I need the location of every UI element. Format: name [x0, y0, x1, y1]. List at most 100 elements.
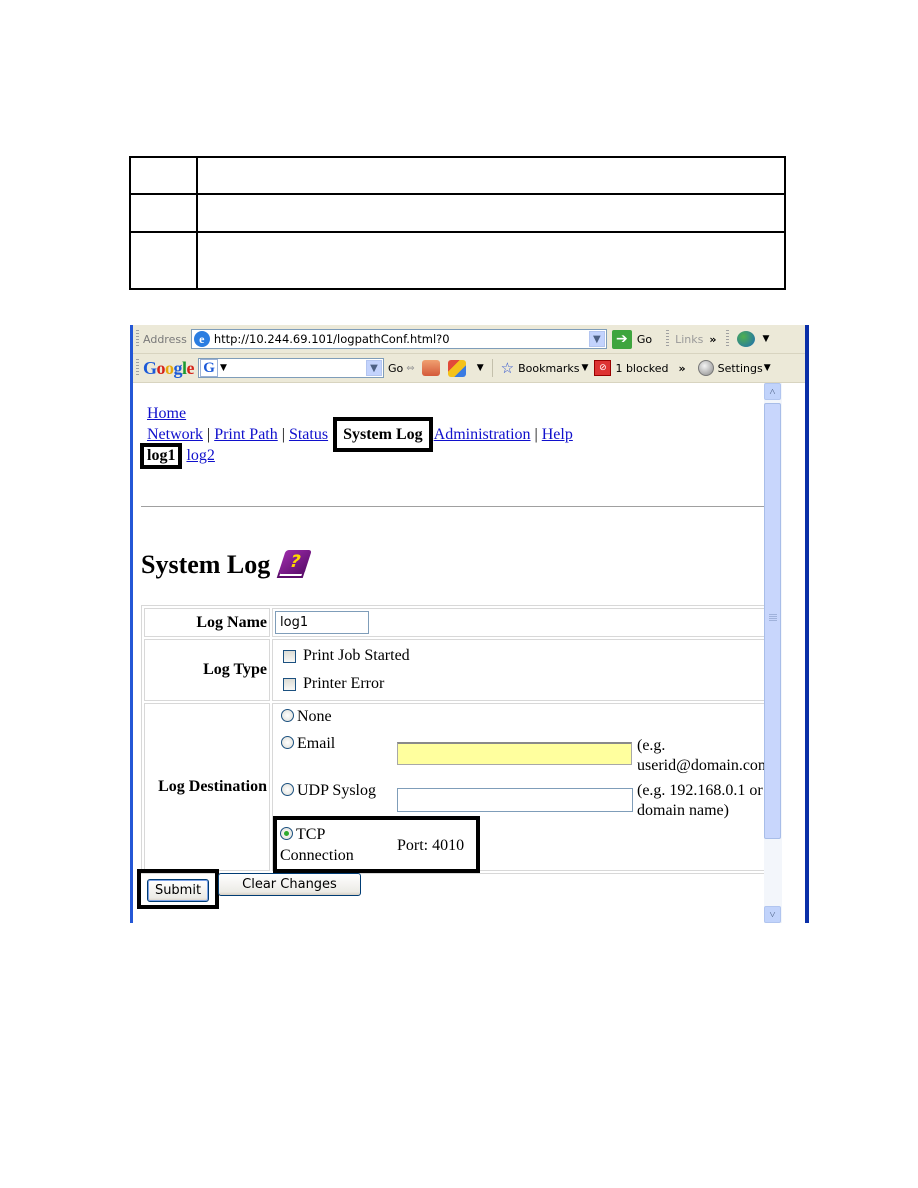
chevron-down-icon[interactable]: ▼ — [220, 363, 227, 373]
destination-udp-label: UDP Syslog — [297, 782, 376, 799]
submit-button[interactable]: Submit — [147, 879, 209, 902]
nav-status-link[interactable]: Status — [289, 426, 328, 443]
nav-menu: Home Network | Print Path | Status System Lo… — [140, 403, 573, 469]
document-table — [129, 156, 786, 290]
news-icon[interactable] — [421, 360, 440, 376]
puzzle-icon[interactable] — [447, 359, 466, 377]
toolbar-grip[interactable] — [726, 330, 730, 348]
scrollbar-thumb[interactable] — [764, 403, 781, 839]
more-chevron-icon[interactable]: » — [679, 362, 686, 375]
settings-button[interactable]: Settings — [718, 362, 763, 375]
log-name-cell — [272, 608, 779, 637]
nav-network-link[interactable]: Network — [147, 426, 203, 443]
toolbar-grip[interactable] — [136, 330, 139, 348]
chevron-down-icon[interactable]: ▼ — [762, 334, 769, 344]
destination-email-label: Email — [297, 735, 336, 752]
links-chevron-icon[interactable]: » — [709, 333, 716, 346]
print-job-started-option[interactable]: Print Job Started — [275, 642, 776, 670]
scroll-down-icon[interactable]: ˅ — [764, 906, 781, 923]
address-url: http://10.244.69.101/logpathConf.html?0 — [213, 332, 450, 346]
destination-none-radio[interactable] — [281, 709, 294, 722]
log-name-row: Log Name — [144, 608, 779, 637]
settings-icon[interactable] — [697, 360, 714, 376]
bookmarks-button[interactable]: Bookmarks — [518, 362, 579, 375]
subnav-log1-current: log1 — [140, 443, 183, 469]
links-button[interactable]: Links — [675, 333, 703, 346]
log-destination-label: Log Destination — [144, 703, 270, 871]
popups-blocked-label[interactable]: 1 blocked — [615, 362, 668, 375]
system-log-form: Log Name Log Type Print Job Started Prin… — [141, 605, 782, 874]
google-g-icon[interactable]: G — [200, 359, 219, 377]
nav-print-path-link[interactable]: Print Path — [214, 426, 278, 443]
clear-changes-button[interactable]: Clear Changes — [218, 872, 361, 896]
popup-blocker-icon[interactable]: ⊘ — [594, 360, 612, 376]
log-type-row: Log Type Print Job Started Printer Error — [144, 639, 779, 701]
toolbar-grip[interactable] — [136, 359, 139, 377]
destination-tcp-radio[interactable] — [280, 827, 293, 840]
nav-administration-link[interactable]: Administration — [434, 426, 531, 443]
destination-udp-option[interactable]: UDP Syslog — [281, 782, 376, 800]
table-cell — [196, 231, 786, 290]
go-arrow-icon: ➔ — [611, 329, 632, 349]
subnav-log2-link[interactable]: log2 — [186, 447, 214, 464]
google-logo[interactable]: Google — [143, 358, 195, 379]
log-name-input[interactable] — [275, 611, 369, 634]
page-title: System Log ? — [141, 548, 313, 582]
nav-system-log-current: System Log — [333, 417, 433, 452]
log-type-cell: Print Job Started Printer Error — [272, 639, 779, 701]
table-row — [129, 231, 786, 290]
printer-error-option[interactable]: Printer Error — [275, 670, 776, 698]
udp-hint-line2: domain name) — [637, 802, 729, 819]
form-buttons: Submit Clear Changes — [137, 863, 361, 909]
print-job-started-checkbox[interactable] — [283, 649, 296, 663]
address-toolbar: Address e http://10.244.69.101/logpathCo… — [133, 325, 805, 354]
vertical-scrollbar[interactable]: ˄ ˅ — [764, 383, 782, 923]
printer-error-checkbox[interactable] — [283, 677, 296, 691]
chevron-down-icon[interactable]: ▼ — [477, 363, 484, 373]
destination-email-radio[interactable] — [281, 736, 294, 749]
print-job-started-label: Print Job Started — [303, 647, 410, 664]
destination-none-option[interactable]: None — [281, 708, 332, 726]
nav-separator: | — [534, 426, 538, 443]
destination-tcp-option[interactable]: TCP Connection — [280, 824, 354, 866]
toolbar-separator-icon: ⇔ — [406, 362, 415, 374]
nav-separator: | — [281, 426, 285, 443]
udp-syslog-input[interactable] — [397, 788, 633, 812]
divider — [141, 506, 778, 507]
go-button[interactable]: ➔ Go — [611, 329, 652, 349]
toolbar-divider — [491, 359, 493, 377]
table-row — [129, 193, 786, 233]
address-dropdown-icon[interactable]: ▼ — [588, 331, 605, 347]
chevron-down-icon[interactable]: ▼ — [582, 363, 589, 373]
nav-home-link[interactable]: Home — [147, 405, 186, 422]
address-label: Address — [143, 332, 187, 346]
destination-tcp-label-line1: TCP — [296, 826, 326, 843]
table-row — [129, 156, 786, 195]
messenger-globe-icon[interactable] — [737, 331, 756, 347]
page-content: Home Network | Print Path | Status System Lo… — [133, 383, 782, 923]
address-input[interactable]: e http://10.244.69.101/logpathConf.html?… — [190, 329, 607, 349]
nav-help-link[interactable]: Help — [542, 426, 573, 443]
table-cell — [129, 156, 198, 195]
udp-hint-line1: (e.g. 192.168.0.1 or — [637, 782, 763, 799]
ie-page-icon: e — [193, 331, 210, 347]
chevron-down-icon[interactable]: ▼ — [764, 363, 771, 373]
scroll-up-icon[interactable]: ˄ — [764, 383, 781, 400]
search-dropdown-icon[interactable]: ▼ — [366, 360, 383, 376]
destination-email-option[interactable]: Email — [281, 735, 335, 753]
tcp-port-text: Port: 4010 — [397, 837, 465, 854]
google-search-input[interactable]: G ▼ ▼ — [198, 358, 385, 378]
page-title-text: System Log — [141, 550, 271, 579]
toolbar-grip[interactable] — [666, 330, 670, 348]
help-book-icon[interactable]: ? — [276, 548, 313, 582]
printer-error-label: Printer Error — [303, 675, 385, 692]
destination-none-label: None — [297, 708, 332, 725]
table-cell — [129, 193, 198, 233]
email-hint: (e.g. userid@domain.com) — [637, 736, 776, 776]
table-cell — [196, 193, 786, 233]
destination-udp-radio[interactable] — [281, 783, 294, 796]
google-go-button[interactable]: Go — [388, 362, 403, 375]
table-cell — [196, 156, 786, 195]
email-address-input[interactable] — [397, 742, 632, 765]
star-icon[interactable]: ☆ — [501, 359, 514, 377]
